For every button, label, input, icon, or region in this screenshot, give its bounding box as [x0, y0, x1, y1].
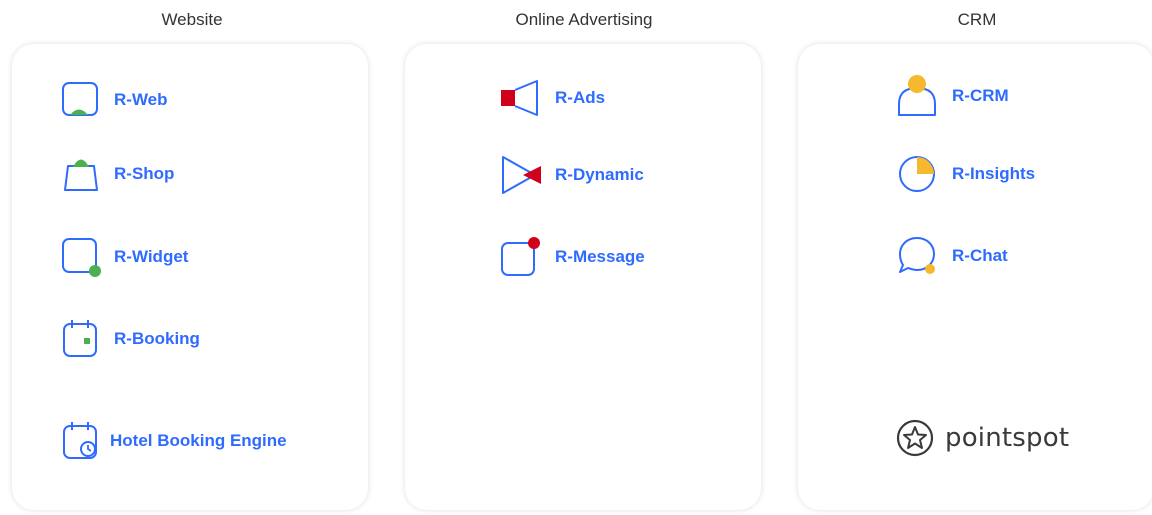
monitor-icon — [60, 80, 102, 120]
product-link-r-booking[interactable]: R-Booking — [60, 318, 200, 360]
product-label: R-Widget — [114, 247, 189, 266]
star-badge-icon — [895, 418, 935, 458]
megaphone-icon — [499, 78, 543, 118]
calendar-clock-icon — [60, 420, 102, 462]
product-label: R-Ads — [555, 88, 606, 107]
product-label: R-Chat — [952, 246, 1008, 265]
product-link-hotel-booking-engine[interactable]: Hotel Booking Engine — [60, 420, 287, 462]
play-icon — [499, 154, 543, 196]
calendar-icon — [60, 318, 102, 360]
product-label: R-Dynamic — [555, 165, 644, 184]
product-link-r-crm[interactable]: R-CRM — [896, 74, 1009, 118]
product-link-r-ads[interactable]: R-Ads — [499, 78, 605, 118]
product-label: R-Booking — [114, 329, 200, 348]
chat-bubble-icon — [896, 234, 940, 278]
online-advertising-card: R-Ads R-Dynamic R-Message — [405, 44, 761, 510]
product-link-r-insights[interactable]: R-Insights — [896, 152, 1035, 196]
product-link-r-shop[interactable]: R-Shop — [60, 154, 174, 194]
widget-icon — [60, 236, 102, 278]
product-label: R-Web — [114, 90, 168, 109]
product-label: R-CRM — [952, 86, 1009, 105]
product-link-r-chat[interactable]: R-Chat — [896, 234, 1008, 278]
column-title-online-advertising: Online Advertising — [515, 10, 653, 29]
product-label: R-Shop — [114, 164, 175, 183]
product-label: R-Message — [555, 247, 645, 266]
user-icon — [896, 74, 940, 118]
product-label: Hotel Booking Engine — [110, 431, 287, 450]
pie-chart-icon — [896, 152, 940, 196]
crm-card: R-CRM R-Insights R-Chat pointspot — [798, 44, 1152, 510]
product-link-r-widget[interactable]: R-Widget — [60, 236, 188, 278]
shopping-bag-icon — [60, 154, 102, 194]
column-title-website: Website — [161, 10, 223, 29]
column-title-crm: CRM — [957, 10, 997, 29]
pointspot-wordmark: pointspot — [945, 423, 1070, 453]
product-link-r-message[interactable]: R-Message — [499, 236, 645, 278]
product-link-r-web[interactable]: R-Web — [60, 80, 168, 120]
pointspot-logo[interactable]: pointspot — [895, 418, 1069, 458]
website-card: R-Web R-Shop R-Widget R-Booking Hotel Bo… — [12, 44, 368, 510]
product-link-r-dynamic[interactable]: R-Dynamic — [499, 154, 644, 196]
message-icon — [499, 236, 543, 278]
product-label: R-Insights — [952, 164, 1036, 183]
